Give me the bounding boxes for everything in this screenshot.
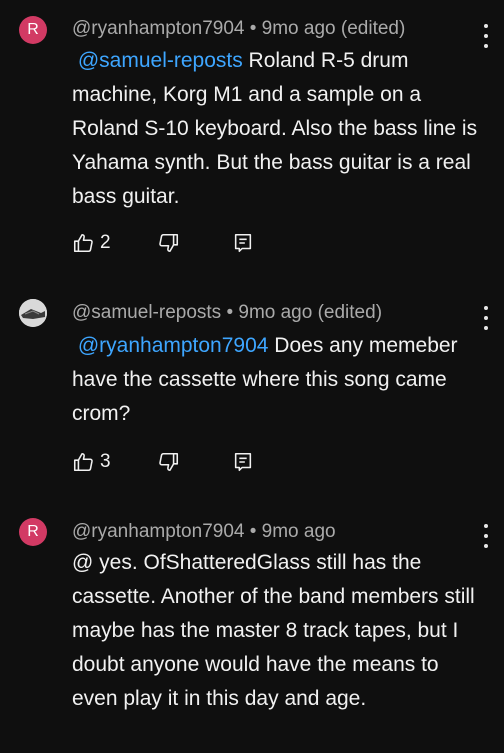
comment-text: @ yes. OfShatteredGlass still has the ca… xyxy=(72,546,487,716)
mention-link[interactable]: @samuel-reposts xyxy=(78,49,243,72)
reply-button[interactable] xyxy=(232,232,254,254)
thumb-up-icon xyxy=(73,452,93,472)
comment-text: @ryanhampton7904 Does any memeber have t… xyxy=(72,329,487,431)
like-button[interactable]: 3 xyxy=(72,451,111,473)
thumb-down-icon xyxy=(159,452,179,472)
comment-text: @samuel-reposts Roland R-5 drum machine,… xyxy=(72,44,487,214)
comment-body: Roland R-5 drum machine, Korg M1 and a s… xyxy=(72,49,478,208)
comment-meta: @samuel-reposts • 9mo ago (edited) xyxy=(72,302,383,323)
comment-meta: @ryanhampton7904 • 9mo ago xyxy=(72,521,336,542)
dislike-button[interactable] xyxy=(158,451,180,473)
comment-meta: @ryanhampton7904 • 9mo ago (edited) xyxy=(72,18,406,39)
comment-body: @ yes. OfShatteredGlass still has the ca… xyxy=(72,551,475,710)
reply-icon xyxy=(234,452,252,472)
thumb-up-icon xyxy=(73,233,93,253)
dislike-button[interactable] xyxy=(158,232,180,254)
reply-icon xyxy=(234,233,252,253)
like-count: 3 xyxy=(100,451,111,472)
avatar[interactable]: R xyxy=(19,518,47,546)
avatar-image xyxy=(19,299,47,327)
avatar[interactable]: R xyxy=(19,16,47,44)
avatar[interactable] xyxy=(19,299,47,327)
more-vert-icon[interactable] xyxy=(480,524,492,548)
thumb-down-icon xyxy=(159,233,179,253)
like-count: 2 xyxy=(100,232,111,253)
reply-button[interactable] xyxy=(232,451,254,473)
like-button[interactable]: 2 xyxy=(72,232,111,254)
mention-link[interactable]: @ryanhampton7904 xyxy=(78,334,269,357)
more-vert-icon[interactable] xyxy=(480,306,492,330)
